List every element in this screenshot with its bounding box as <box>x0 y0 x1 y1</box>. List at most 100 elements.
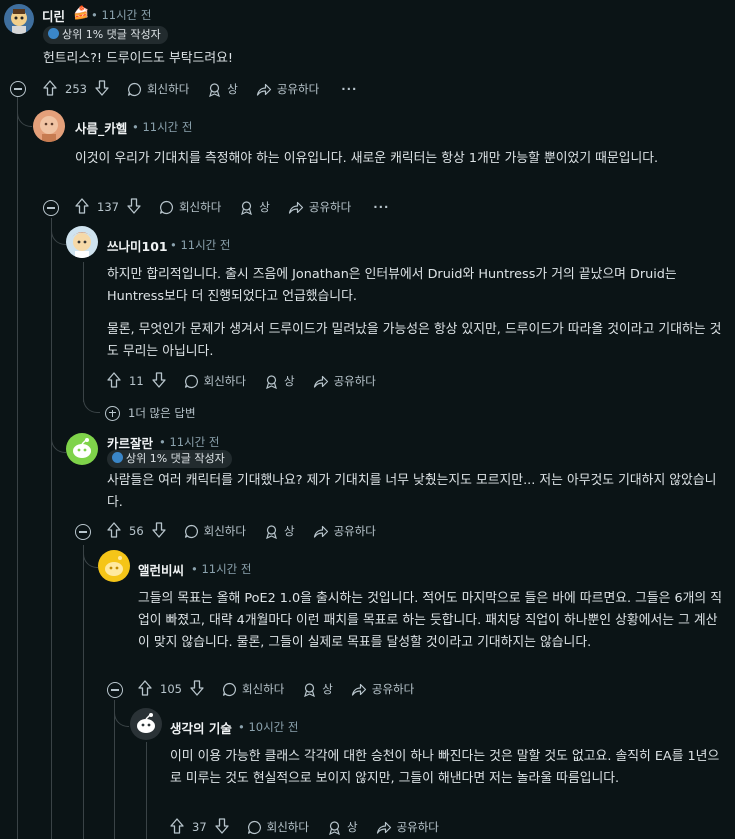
comment-body: 하지만 합리적입니다. 출시 즈음에 Jonathan은 인터뷰에서 Druid… <box>107 264 727 374</box>
reply-button[interactable]: 회신하다 <box>247 819 309 835</box>
vote-control: 105 <box>138 679 204 699</box>
avatar[interactable] <box>98 550 130 582</box>
thread-connector <box>114 700 129 727</box>
timestamp: • 10시간 전 <box>238 720 299 734</box>
vote-control: 56 <box>107 521 166 541</box>
timestamp: • 11시간 전 <box>170 238 231 252</box>
share-label: 공유하다 <box>308 200 352 214</box>
share-label: 공유하다 <box>333 374 376 388</box>
reply-button[interactable]: 회신하다 <box>184 523 246 539</box>
arrow-down-icon[interactable] <box>151 371 166 391</box>
arrow-up-icon[interactable] <box>75 197 89 217</box>
more-options-button[interactable]: ··· <box>341 82 357 96</box>
speech-bubble-icon <box>184 374 198 388</box>
award-button[interactable]: 상 <box>327 819 358 835</box>
award-label: 상 <box>227 82 238 96</box>
thread-connector <box>17 96 32 127</box>
avatar[interactable] <box>4 4 34 34</box>
comment-body: 그들의 목표는 올해 PoE2 1.0을 출시하는 것입니다. 적어도 마지막으… <box>138 588 723 665</box>
arrow-down-icon[interactable] <box>214 817 229 837</box>
username[interactable]: 생각의 기술 <box>170 718 232 737</box>
more-options-button[interactable]: ··· <box>373 200 389 214</box>
reply-button[interactable]: 회신하다 <box>184 373 246 389</box>
share-label: 공유하다 <box>396 820 439 834</box>
arrow-up-icon[interactable] <box>138 679 152 699</box>
vote-control: 11 <box>107 371 166 391</box>
award-button[interactable]: 상 <box>207 81 238 97</box>
award-icon <box>266 374 277 389</box>
reply-label: 회신하다 <box>146 82 190 96</box>
vote-count: 11 <box>129 374 144 388</box>
award-label: 상 <box>346 820 358 834</box>
collapse-button[interactable] <box>43 200 59 216</box>
arrow-down-icon[interactable] <box>151 521 166 541</box>
more-replies-button[interactable]: 1더 많은 답변 <box>105 405 196 421</box>
share-button[interactable]: 공유하다 <box>313 523 376 539</box>
reply-label: 회신하다 <box>266 820 309 834</box>
vote-count: 56 <box>129 524 144 538</box>
username[interactable]: 사름_카헬 <box>75 118 127 137</box>
share-arrow-icon <box>288 201 303 214</box>
share-button[interactable]: 공유하다 <box>351 681 414 697</box>
timestamp-text: 11시간 전 <box>142 120 193 134</box>
reply-label: 회신하다 <box>203 374 246 388</box>
avatar[interactable] <box>66 226 98 258</box>
share-label: 공유하다 <box>371 682 415 696</box>
avatar[interactable] <box>33 110 65 142</box>
username[interactable]: 디린 <box>42 6 65 25</box>
action-bar: 11 회신하다 상 공유하다 <box>107 371 376 391</box>
reply-button[interactable]: 회신하다 <box>127 81 189 97</box>
timestamp: • 11시간 전 <box>159 435 220 449</box>
share-arrow-icon <box>351 683 366 696</box>
award-button[interactable]: 상 <box>264 523 295 539</box>
arrow-up-icon[interactable] <box>170 817 184 837</box>
timestamp-text: 11시간 전 <box>169 435 220 449</box>
arrow-down-icon[interactable] <box>127 197 141 217</box>
collapse-button[interactable] <box>10 81 26 97</box>
reply-label: 회신하다 <box>203 524 246 538</box>
arrow-up-icon[interactable] <box>107 521 121 541</box>
share-button[interactable]: 공유하다 <box>376 819 439 835</box>
award-icon <box>266 524 277 539</box>
award-button[interactable]: 상 <box>264 373 295 389</box>
share-arrow-icon <box>256 83 271 96</box>
avatar[interactable] <box>66 433 98 465</box>
comment-paragraph: 사람들은 여러 캐릭터를 기대했나요? 제가 기대치를 너무 낮췄는지도 모르지… <box>107 473 717 510</box>
thread-line <box>114 700 115 839</box>
reply-label: 회신하다 <box>178 200 222 214</box>
arrow-up-icon[interactable] <box>107 371 121 391</box>
avatar[interactable] <box>130 708 162 740</box>
reply-button[interactable]: 회신하다 <box>222 681 284 697</box>
user-flair: 상위 1% 댓글 작성자 <box>107 450 232 468</box>
share-button[interactable]: 공유하다 <box>256 81 319 97</box>
arrow-down-icon[interactable] <box>95 79 109 99</box>
user-flair: 상위 1% 댓글 작성자 <box>43 26 168 44</box>
thread-line <box>51 218 52 839</box>
comment-paragraph: 물론, 무엇인가 문제가 생겨서 드루이드가 밀려났을 가능성은 항상 있지만,… <box>107 322 722 359</box>
collapse-button[interactable] <box>75 524 91 540</box>
award-button[interactable]: 상 <box>302 681 333 697</box>
share-button[interactable]: 공유하다 <box>313 373 376 389</box>
share-label: 공유하다 <box>333 524 376 538</box>
action-bar: 105 회신하다 상 공유하다 <box>138 679 414 699</box>
plus-circle-icon <box>105 405 120 421</box>
award-label: 상 <box>283 524 295 538</box>
action-bar: 137 회신하다 상 공유하다 ··· <box>75 197 389 217</box>
arrow-down-icon[interactable] <box>190 679 204 699</box>
comment-body: 이미 이용 가능한 클래스 각각에 대한 승천이 하나 빠진다는 것은 말할 것… <box>170 746 725 801</box>
username[interactable]: 쓰나미101 <box>107 236 168 255</box>
award-button[interactable]: 상 <box>239 199 270 215</box>
action-bar: 253 회신하다 상 공유하다 ··· <box>43 79 357 99</box>
collapse-button[interactable] <box>107 682 123 698</box>
vote-count: 37 <box>192 820 207 834</box>
arrow-up-icon[interactable] <box>43 79 57 99</box>
reply-button[interactable]: 회신하다 <box>159 199 221 215</box>
share-arrow-icon <box>313 375 328 388</box>
flair-text: 상위 1% 댓글 작성자 <box>62 28 161 41</box>
share-button[interactable]: 공유하다 <box>288 199 351 215</box>
timestamp-text: 11시간 전 <box>101 8 152 22</box>
vote-count: 105 <box>160 682 182 696</box>
username[interactable]: 앨런비씨 <box>138 560 184 579</box>
share-arrow-icon <box>313 525 328 538</box>
flair-text: 상위 1% 댓글 작성자 <box>126 452 225 465</box>
